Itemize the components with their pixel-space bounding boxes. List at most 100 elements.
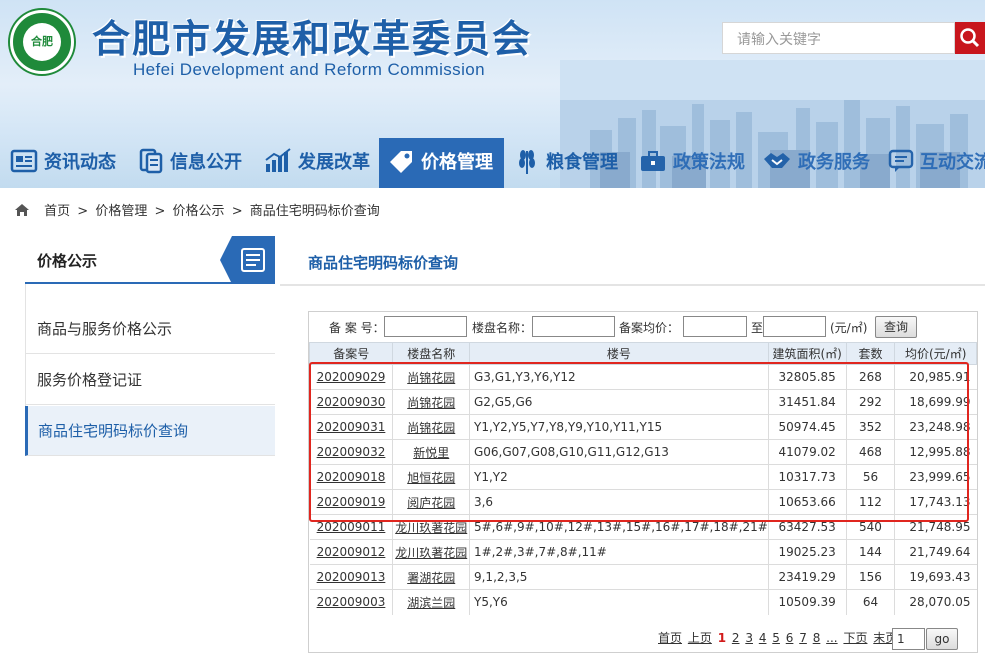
table-row: 202009029 尚锦花园 G3,G1,Y3,Y6,Y12 32805.85 268 2… (309, 364, 977, 390)
project-name-label: 楼盘名称： (472, 321, 533, 335)
home-icon (15, 204, 29, 216)
record-no-link[interactable]: 202009029 (309, 364, 394, 390)
page-number[interactable]: 7 (799, 631, 807, 645)
unit-count-cell: 540 (846, 514, 896, 540)
project-name-link[interactable]: 阅庐花园 (392, 489, 470, 515)
search-input[interactable]: 请输入关键字 (722, 22, 955, 54)
nav-item-interact[interactable]: 互动交流 (888, 138, 985, 188)
nav-item-service[interactable]: 政务服务 (762, 138, 870, 188)
record-no-link[interactable]: 202009013 (309, 564, 394, 590)
project-name-link[interactable]: 尚锦花园 (392, 414, 470, 440)
nav-label: 发展改革 (298, 152, 370, 173)
breadcrumb-separator: > (154, 204, 166, 219)
record-no-link[interactable]: 202009003 (309, 589, 394, 615)
table-header-row: 备案号 楼盘名称 楼号 建筑面积(㎡) 套数 均价(元/㎡) (308, 342, 977, 365)
price-unit-label: (元/㎡) (830, 321, 868, 335)
floor-area-cell: 32805.85 (768, 364, 847, 390)
max-price-input[interactable] (763, 316, 826, 337)
table-row: 202009031 尚锦花园 Y1,Y2,Y5,Y7,Y8,Y9,Y10,Y11,Y… (309, 414, 977, 440)
project-name-link[interactable]: 龙川玖著花园 (392, 514, 470, 540)
nav-item-news[interactable]: 资讯动态 (10, 138, 116, 188)
sidebar-item-service-price-cert[interactable]: 服务价格登记证 (25, 355, 275, 405)
project-name-link[interactable]: 尚锦花园 (392, 389, 470, 415)
record-no-link[interactable]: 202009018 (309, 464, 394, 490)
record-no-link[interactable]: 202009031 (309, 414, 394, 440)
min-price-input[interactable] (683, 316, 747, 337)
pagination: 首页 上页 1 2 3 4 5 6 7 8 ... 下页 末页 (658, 629, 899, 646)
wheat-icon (519, 150, 535, 174)
project-name-link[interactable]: 署湖花园 (392, 564, 470, 590)
project-name-input[interactable] (532, 316, 615, 337)
project-name-link[interactable]: 尚锦花园 (392, 364, 470, 390)
page-first[interactable]: 首页 (658, 631, 682, 645)
briefcase-icon (641, 151, 665, 171)
nav-item-price[interactable]: 价格管理 (379, 138, 504, 188)
unit-count-cell: 292 (846, 389, 896, 415)
nav-label: 资讯动态 (44, 152, 116, 173)
floor-area-cell: 23419.29 (768, 564, 847, 590)
record-no-link[interactable]: 202009011 (309, 514, 394, 540)
nav-item-info[interactable]: 信息公开 (138, 138, 242, 188)
page-prev[interactable]: 上页 (688, 631, 712, 645)
breadcrumb: 首页 > 价格管理 > 价格公示 > 商品住宅明码标价查询 (0, 188, 985, 236)
nav-label: 信息公开 (170, 152, 242, 173)
search-button[interactable] (955, 22, 985, 54)
avg-price-cell: 17,743.13 (894, 489, 977, 515)
page-number[interactable]: 1 (718, 631, 726, 645)
record-no-input[interactable] (384, 316, 467, 337)
record-no-link[interactable]: 202009012 (309, 539, 394, 565)
avg-price-cell: 20,985.91 (894, 364, 977, 390)
project-name-link[interactable]: 湖滨兰园 (392, 589, 470, 615)
table-row: 202009018 旭恒花园 Y1,Y2 10317.73 56 23,999.65 (309, 464, 977, 490)
breadcrumb-separator: > (231, 204, 243, 219)
page-number[interactable]: 4 (759, 631, 767, 645)
building-no-cell: Y1,Y2 (469, 464, 769, 490)
table-row: 202009003 湖滨兰园 Y5,Y6 10509.39 64 28,070.05 (309, 589, 977, 615)
floor-area-cell: 31451.84 (768, 389, 847, 415)
sidebar-header: 价格公示 (25, 236, 275, 284)
site-subtitle: Hefei Development and Reform Commission (133, 60, 485, 79)
site-logo[interactable]: 合肥 (10, 10, 74, 74)
page-number[interactable]: 5 (772, 631, 780, 645)
record-no-link[interactable]: 202009032 (309, 439, 394, 465)
page-ellipsis[interactable]: ... (826, 631, 837, 645)
project-name-link[interactable]: 新悦里 (392, 439, 470, 465)
page-number[interactable]: 2 (732, 631, 740, 645)
query-button[interactable]: 查询 (875, 316, 917, 338)
project-name-link[interactable]: 龙川玖著花园 (392, 539, 470, 565)
title-divider (280, 284, 985, 286)
building-no-cell: Y1,Y2,Y5,Y7,Y8,Y9,Y10,Y11,Y15 (469, 414, 769, 440)
record-no-link[interactable]: 202009019 (309, 489, 394, 515)
sidebar: 价格公示 商品与服务价格公示 服务价格登记证 商品住宅明码标价查询 (25, 236, 275, 456)
building-no-cell: G06,G07,G08,G10,G11,G12,G13 (469, 439, 769, 465)
goto-page-input[interactable]: 1 (892, 628, 925, 650)
breadcrumb-price-management[interactable]: 价格管理 (95, 204, 147, 219)
breadcrumb-home[interactable]: 首页 (44, 204, 70, 219)
breadcrumb-price-publicity[interactable]: 价格公示 (173, 204, 225, 219)
page-number[interactable]: 3 (745, 631, 753, 645)
record-no-label: 备 案 号： (329, 321, 385, 335)
project-name-link[interactable]: 旭恒花园 (392, 464, 470, 490)
page-number[interactable]: 6 (786, 631, 794, 645)
nav-item-grain[interactable]: 粮食管理 (514, 138, 618, 188)
nav-item-policy[interactable]: 政策法规 (639, 138, 745, 188)
avg-price-cell: 23,999.65 (894, 464, 977, 490)
breadcrumb-current[interactable]: 商品住宅明码标价查询 (250, 204, 380, 219)
nav-label: 价格管理 (421, 152, 493, 173)
go-button[interactable]: go (926, 628, 958, 650)
nav-label: 粮食管理 (546, 152, 618, 173)
sidebar-item-housing-price-query[interactable]: 商品住宅明码标价查询 (25, 406, 275, 456)
breadcrumb-separator: > (77, 204, 89, 219)
nav-item-development[interactable]: 发展改革 (264, 138, 370, 188)
sidebar-item-goods-service-price[interactable]: 商品与服务价格公示 (25, 304, 275, 354)
avg-price-cell: 28,070.05 (894, 589, 977, 615)
table-row: 202009012 龙川玖著花园 1#,2#,3#,7#,8#,11# 19025.2… (309, 539, 977, 565)
unit-count-cell: 156 (846, 564, 896, 590)
record-no-link[interactable]: 202009030 (309, 389, 394, 415)
sidebar-title: 价格公示 (37, 252, 98, 270)
avg-price-cell: 21,748.95 (894, 514, 977, 540)
document-icon (139, 148, 163, 174)
floor-area-cell: 63427.53 (768, 514, 847, 540)
page-number[interactable]: 8 (813, 631, 821, 645)
page-next[interactable]: 下页 (843, 631, 867, 645)
